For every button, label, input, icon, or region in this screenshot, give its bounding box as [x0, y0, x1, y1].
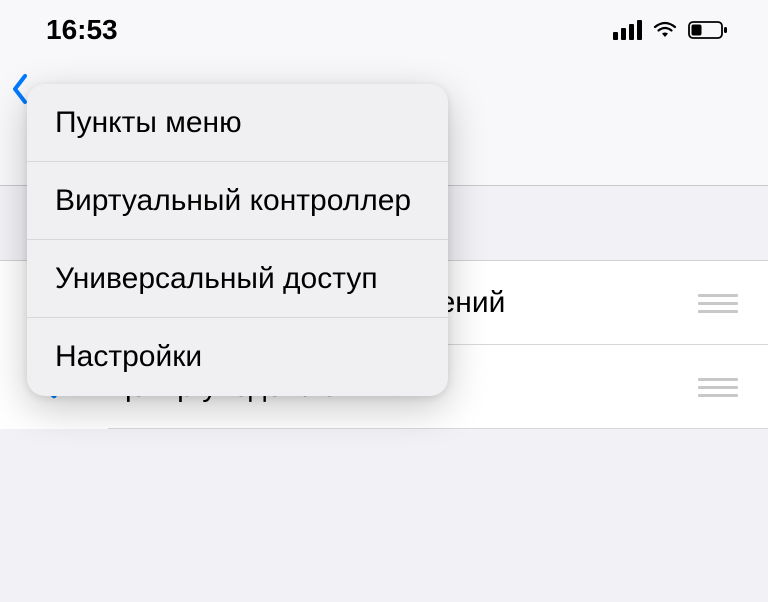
popover-item-accessibility[interactable]: Универсальный доступ	[27, 240, 448, 318]
drag-handle-icon[interactable]	[698, 378, 738, 397]
wifi-icon	[652, 20, 678, 40]
cellular-signal-icon	[613, 20, 642, 40]
status-icons	[613, 20, 728, 40]
battery-icon	[688, 20, 728, 40]
breadcrumb-popover: Пункты меню Виртуальный контроллер Униве…	[27, 84, 448, 396]
popover-item-menu-items[interactable]: Пункты меню	[27, 84, 448, 162]
popover-item-label: Пункты меню	[55, 106, 242, 140]
popover-item-label: Настройки	[55, 340, 202, 374]
popover-item-label: Виртуальный контроллер	[55, 184, 411, 218]
popover-item-assistive-touch[interactable]: Виртуальный контроллер	[27, 162, 448, 240]
status-time: 16:53	[46, 14, 118, 46]
status-bar: 16:53	[0, 0, 768, 60]
popover-item-settings[interactable]: Настройки	[27, 318, 448, 396]
popover-item-label: Универсальный доступ	[55, 262, 378, 296]
drag-handle-icon[interactable]	[698, 294, 738, 313]
